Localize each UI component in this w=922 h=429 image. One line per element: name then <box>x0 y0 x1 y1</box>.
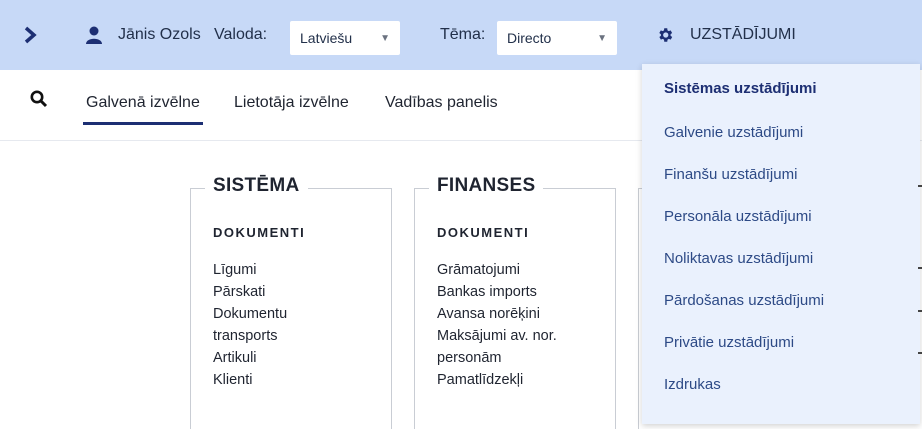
background-text-fragment <box>918 310 922 312</box>
tab-main-menu[interactable]: Galvenā izvēlne <box>83 94 203 125</box>
module-title: SISTĒMA <box>205 175 308 197</box>
link-list: Grāmatojumi Bankas imports Avansa norēķi… <box>437 259 557 391</box>
menu-link[interactable]: personām <box>437 347 557 369</box>
settings-item-printouts[interactable]: Izdrukas <box>664 376 721 393</box>
menu-link[interactable]: transports <box>213 325 287 347</box>
background-text-fragment <box>918 185 922 187</box>
menu-link[interactable]: Klienti <box>213 369 287 391</box>
background-text-fragment <box>918 352 922 354</box>
settings-item-finance[interactable]: Finanšu uzstādījumi <box>664 166 797 183</box>
section-heading: DOKUMENTI <box>213 225 306 240</box>
settings-item-system[interactable]: Sistēmas uzstādījumi <box>664 80 817 97</box>
settings-menu-button[interactable]: UZSTĀDĪJUMI <box>690 0 796 70</box>
settings-item-personnel[interactable]: Personāla uzstādījumi <box>664 208 812 225</box>
menu-link[interactable]: Pamatlīdzekļi <box>437 369 557 391</box>
link-list: Līgumi Pārskati Dokumentu transports Art… <box>213 259 287 391</box>
settings-item-sales[interactable]: Pārdošanas uzstādījumi <box>664 292 824 309</box>
module-title: FINANSES <box>429 175 544 197</box>
menu-link[interactable]: Pārskati <box>213 281 287 303</box>
settings-item-warehouse[interactable]: Noliktavas uzstādījumi <box>664 250 813 267</box>
expand-chevron-icon[interactable] <box>24 0 38 70</box>
theme-select[interactable]: Directo ▼ <box>497 21 617 55</box>
section-heading: DOKUMENTI <box>437 225 530 240</box>
language-label: Valoda: <box>214 26 268 43</box>
language-select-value: Latviešu <box>300 30 353 46</box>
menu-link[interactable]: Artikuli <box>213 347 287 369</box>
tab-user-menu[interactable]: Lietotāja izvēlne <box>234 94 349 112</box>
user-icon <box>86 0 102 70</box>
menu-link[interactable]: Avansa norēķini <box>437 303 557 325</box>
background-text-fragment <box>918 267 922 269</box>
settings-item-general[interactable]: Galvenie uzstādījumi <box>664 124 803 141</box>
menu-link[interactable]: Bankas imports <box>437 281 557 303</box>
language-select[interactable]: Latviešu ▼ <box>290 21 400 55</box>
search-icon[interactable] <box>30 90 48 113</box>
dropdown-arrow-icon: ▼ <box>597 32 607 44</box>
settings-item-private[interactable]: Privātie uzstādījumi <box>664 334 794 351</box>
user-name[interactable]: Jānis Ozols <box>118 0 201 70</box>
theme-label: Tēma: <box>440 26 486 43</box>
menu-link[interactable]: Dokumentu <box>213 303 287 325</box>
menu-link[interactable]: Līgumi <box>213 259 287 281</box>
tab-dashboard[interactable]: Vadības panelis <box>385 94 498 112</box>
dropdown-arrow-icon: ▼ <box>380 32 390 44</box>
gear-icon[interactable] <box>656 0 674 70</box>
menu-link[interactable]: Maksājumi av. nor. <box>437 325 557 347</box>
settings-dropdown: Sistēmas uzstādījumi Galvenie uzstādījum… <box>642 64 920 424</box>
module-finance: FINANSES DOKUMENTI Grāmatojumi Bankas im… <box>414 175 616 429</box>
theme-select-value: Directo <box>507 30 552 46</box>
menu-link[interactable]: Grāmatojumi <box>437 259 557 281</box>
top-bar: Jānis Ozols Valoda: Latviešu ▼ Tēma: Dir… <box>0 0 922 70</box>
module-system: SISTĒMA DOKUMENTI Līgumi Pārskati Dokume… <box>190 175 392 429</box>
